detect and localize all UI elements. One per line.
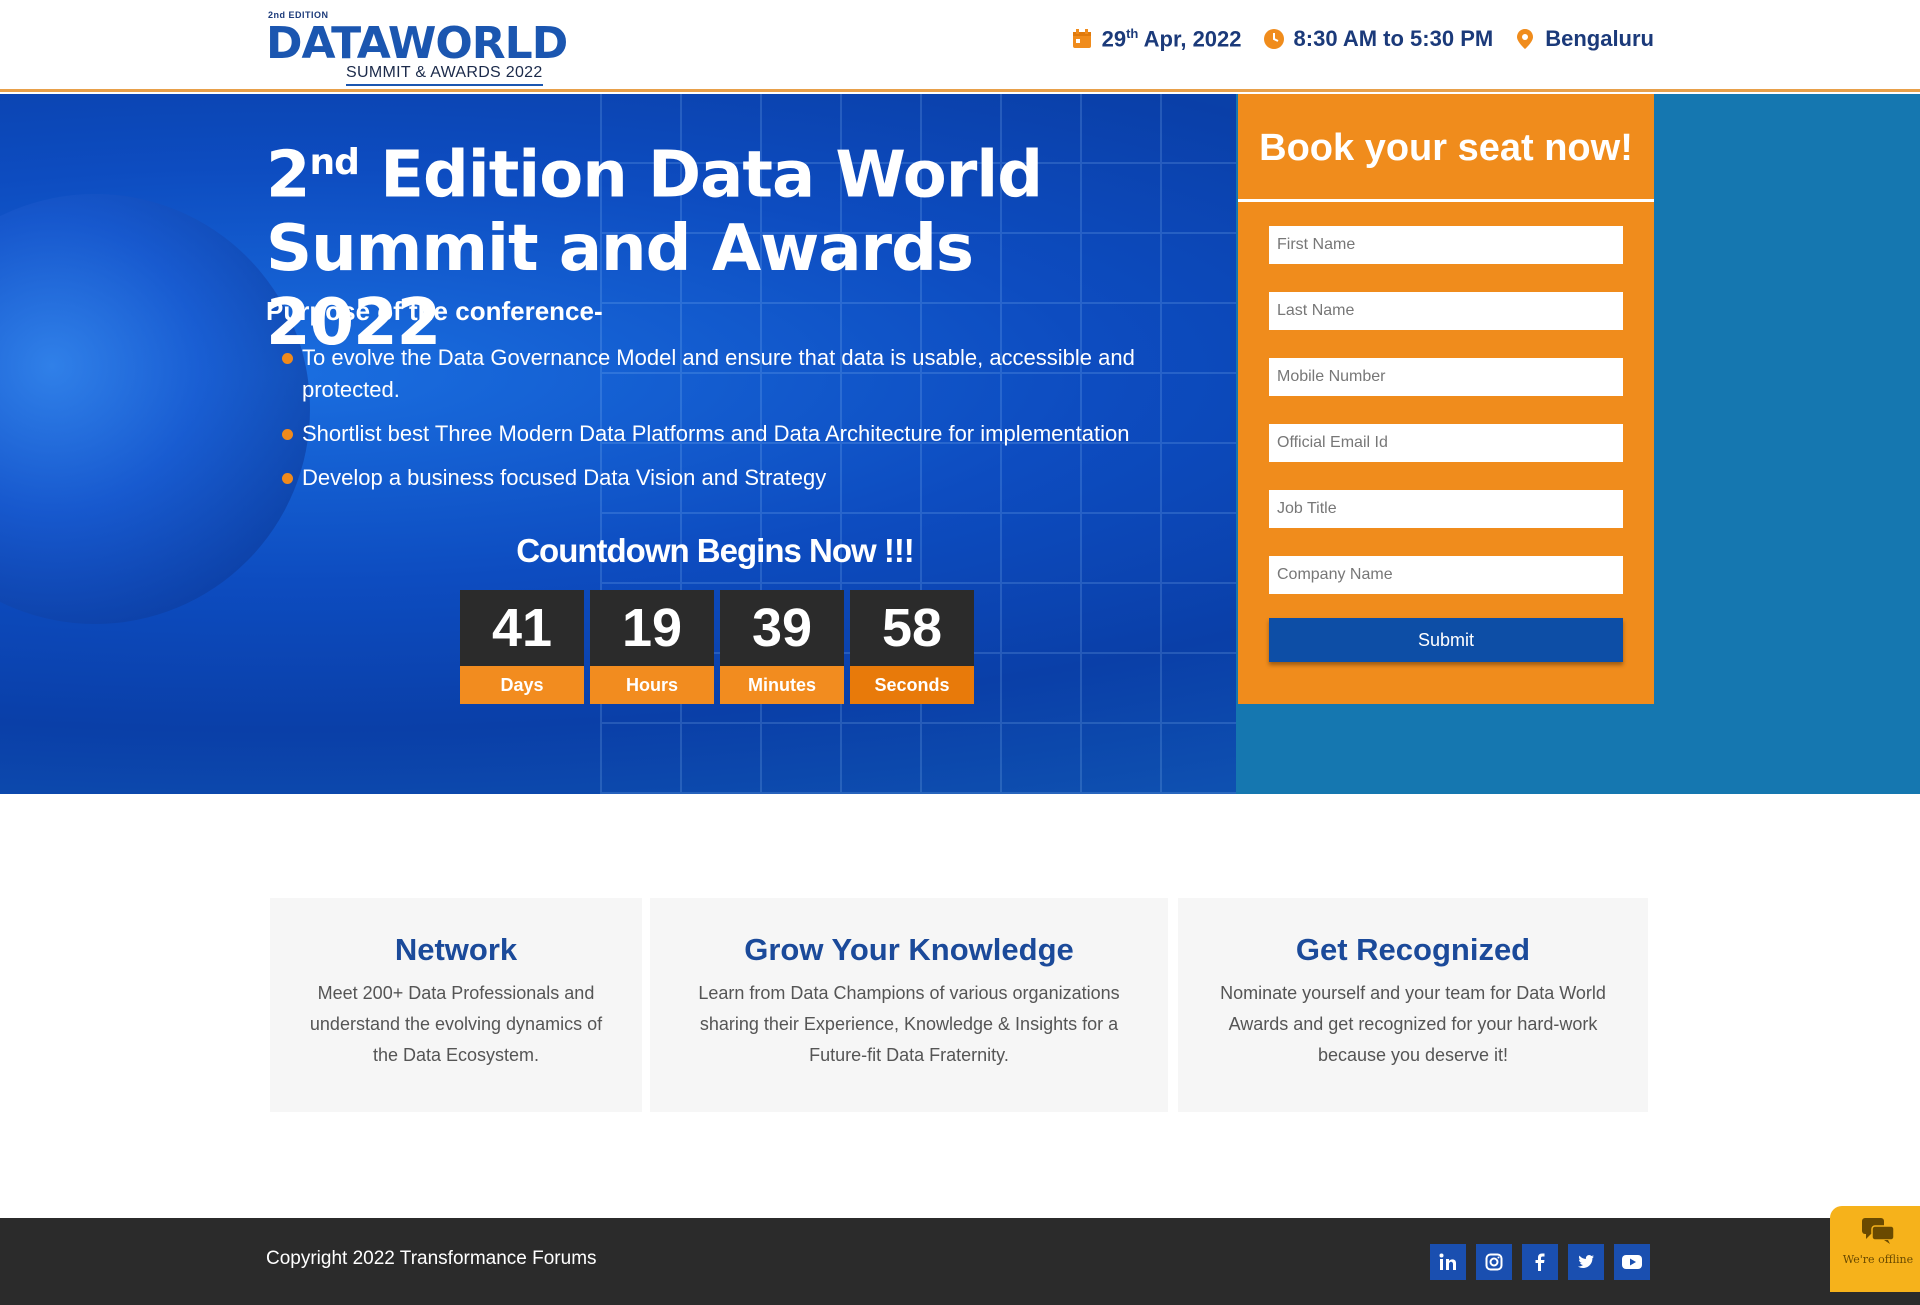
purpose-heading: Purpose of the conference-	[266, 296, 603, 326]
dataworld-logo[interactable]: 2nd EDITION DATAWORLD SUMMIT & AWARDS 20…	[266, 8, 568, 86]
feature-title: Grow Your Knowledge	[744, 932, 1074, 967]
twitter-icon[interactable]	[1568, 1244, 1604, 1280]
submit-button[interactable]: Submit	[1269, 618, 1623, 662]
calendar-icon	[1072, 29, 1091, 49]
purpose-item: To evolve the Data Governance Model and …	[280, 342, 1180, 406]
site-footer: Copyright 2022 Transformance Forums	[0, 1218, 1920, 1305]
event-date-text: 29th Apr, 2022	[1101, 26, 1242, 52]
feature-title: Get Recognized	[1295, 932, 1531, 967]
logo-subtitle: SUMMIT & AWARDS 2022	[346, 64, 543, 86]
email-field[interactable]	[1269, 424, 1623, 462]
event-location: Bengaluru	[1515, 26, 1654, 52]
purpose-list: To evolve the Data Governance Model and …	[280, 342, 1180, 506]
logo-brand: DATAWORLD	[266, 18, 568, 69]
event-time-text: 8:30 AM to 5:30 PM	[1293, 26, 1494, 52]
feature-text: Learn from Data Champions of various org…	[698, 983, 1120, 1065]
feature-card-recognized: Get Recognized Nominate yourself and you…	[1178, 898, 1648, 1112]
linkedin-icon[interactable]	[1430, 1244, 1466, 1280]
chat-bubble-icon	[1862, 1218, 1895, 1244]
feature-text: Nominate yourself and your team for Data…	[1220, 983, 1606, 1065]
feature-text: Meet 200+ Data Professionals and underst…	[309, 983, 603, 1065]
mobile-number-field[interactable]	[1269, 358, 1623, 396]
feature-card-network: Network Meet 200+ Data Professionals and…	[270, 898, 642, 1112]
form-body: Submit	[1238, 202, 1654, 662]
countdown-days: 41 Days	[460, 590, 584, 704]
purpose-item: Develop a business focused Data Vision a…	[280, 462, 1180, 494]
location-pin-icon	[1517, 29, 1534, 50]
countdown-minutes: 39 Minutes	[720, 590, 844, 704]
countdown-value: 41	[460, 590, 584, 666]
countdown-label: Minutes	[720, 666, 844, 704]
copyright-text: Copyright 2022 Transformance Forums	[266, 1248, 597, 1269]
instagram-icon[interactable]	[1476, 1244, 1512, 1280]
company-name-field[interactable]	[1269, 556, 1623, 594]
first-name-field[interactable]	[1269, 226, 1623, 264]
social-links	[1430, 1244, 1650, 1280]
clock-icon	[1263, 29, 1284, 50]
feature-card-knowledge: Grow Your Knowledge Learn from Data Cham…	[650, 898, 1168, 1112]
job-title-field[interactable]	[1269, 490, 1623, 528]
countdown-timer: 41 Days 19 Hours 39 Minutes 58 Seconds	[460, 590, 974, 704]
facebook-icon[interactable]	[1522, 1244, 1558, 1280]
registration-form: Book your seat now! Submit	[1238, 94, 1654, 704]
countdown-value: 58	[850, 590, 974, 666]
countdown-value: 19	[590, 590, 714, 666]
feature-title: Network	[394, 932, 518, 967]
globe-graphic	[0, 194, 310, 624]
event-time: 8:30 AM to 5:30 PM	[1263, 26, 1494, 52]
form-heading: Book your seat now!	[1238, 94, 1654, 202]
site-header: 2nd EDITION DATAWORLD SUMMIT & AWARDS 20…	[0, 0, 1920, 92]
countdown-seconds: 58 Seconds	[850, 590, 974, 704]
event-meta: 29th Apr, 2022 8:30 AM to 5:30 PM Bengal…	[1060, 26, 1654, 52]
features-section: Network Meet 200+ Data Professionals and…	[270, 898, 1650, 1112]
purpose-item: Shortlist best Three Modern Data Platfor…	[280, 418, 1180, 450]
event-date: 29th Apr, 2022	[1072, 26, 1242, 52]
countdown-label: Seconds	[850, 666, 974, 704]
chat-widget[interactable]: We're offline	[1830, 1206, 1920, 1292]
last-name-field[interactable]	[1269, 292, 1623, 330]
countdown-label: Days	[460, 666, 584, 704]
countdown-value: 39	[720, 590, 844, 666]
event-location-text: Bengaluru	[1545, 26, 1654, 52]
youtube-icon[interactable]	[1614, 1244, 1650, 1280]
chat-status: We're offline	[1842, 1253, 1914, 1266]
countdown-hours: 19 Hours	[590, 590, 714, 704]
countdown-title: Countdown Begins Now !!!	[516, 532, 915, 569]
countdown-label: Hours	[590, 666, 714, 704]
